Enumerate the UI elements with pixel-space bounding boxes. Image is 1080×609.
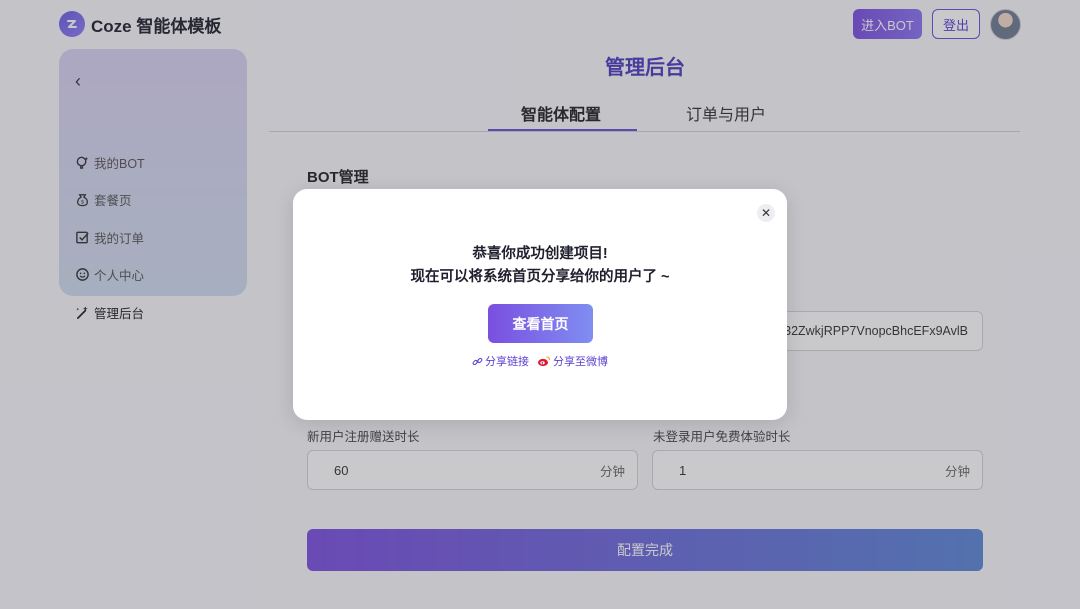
share-weibo[interactable]: 分享至微博 <box>537 353 608 369</box>
success-modal: ✕ 恭喜你成功创建项目! 现在可以将系统首页分享给你的用户了 ~ 查看首页 分享… <box>293 189 787 420</box>
share-link[interactable]: 分享链接 <box>472 353 529 369</box>
link-icon <box>472 356 483 367</box>
share-row: 分享链接 分享至微博 <box>293 353 787 369</box>
page: Coze 智能体模板 进入BOT 登出 ‹ 我的BOT $ 套餐页 我的订单 个… <box>0 0 1080 609</box>
weibo-icon <box>537 355 551 367</box>
view-homepage-button[interactable]: 查看首页 <box>488 304 593 343</box>
share-link-label: 分享链接 <box>485 356 529 368</box>
share-weibo-label: 分享至微博 <box>553 356 608 368</box>
modal-heading: 恭喜你成功创建项目! <box>472 246 608 262</box>
close-icon[interactable]: ✕ <box>757 204 775 222</box>
modal-subheading: 现在可以将系统首页分享给你的用户了 ~ <box>410 269 670 285</box>
